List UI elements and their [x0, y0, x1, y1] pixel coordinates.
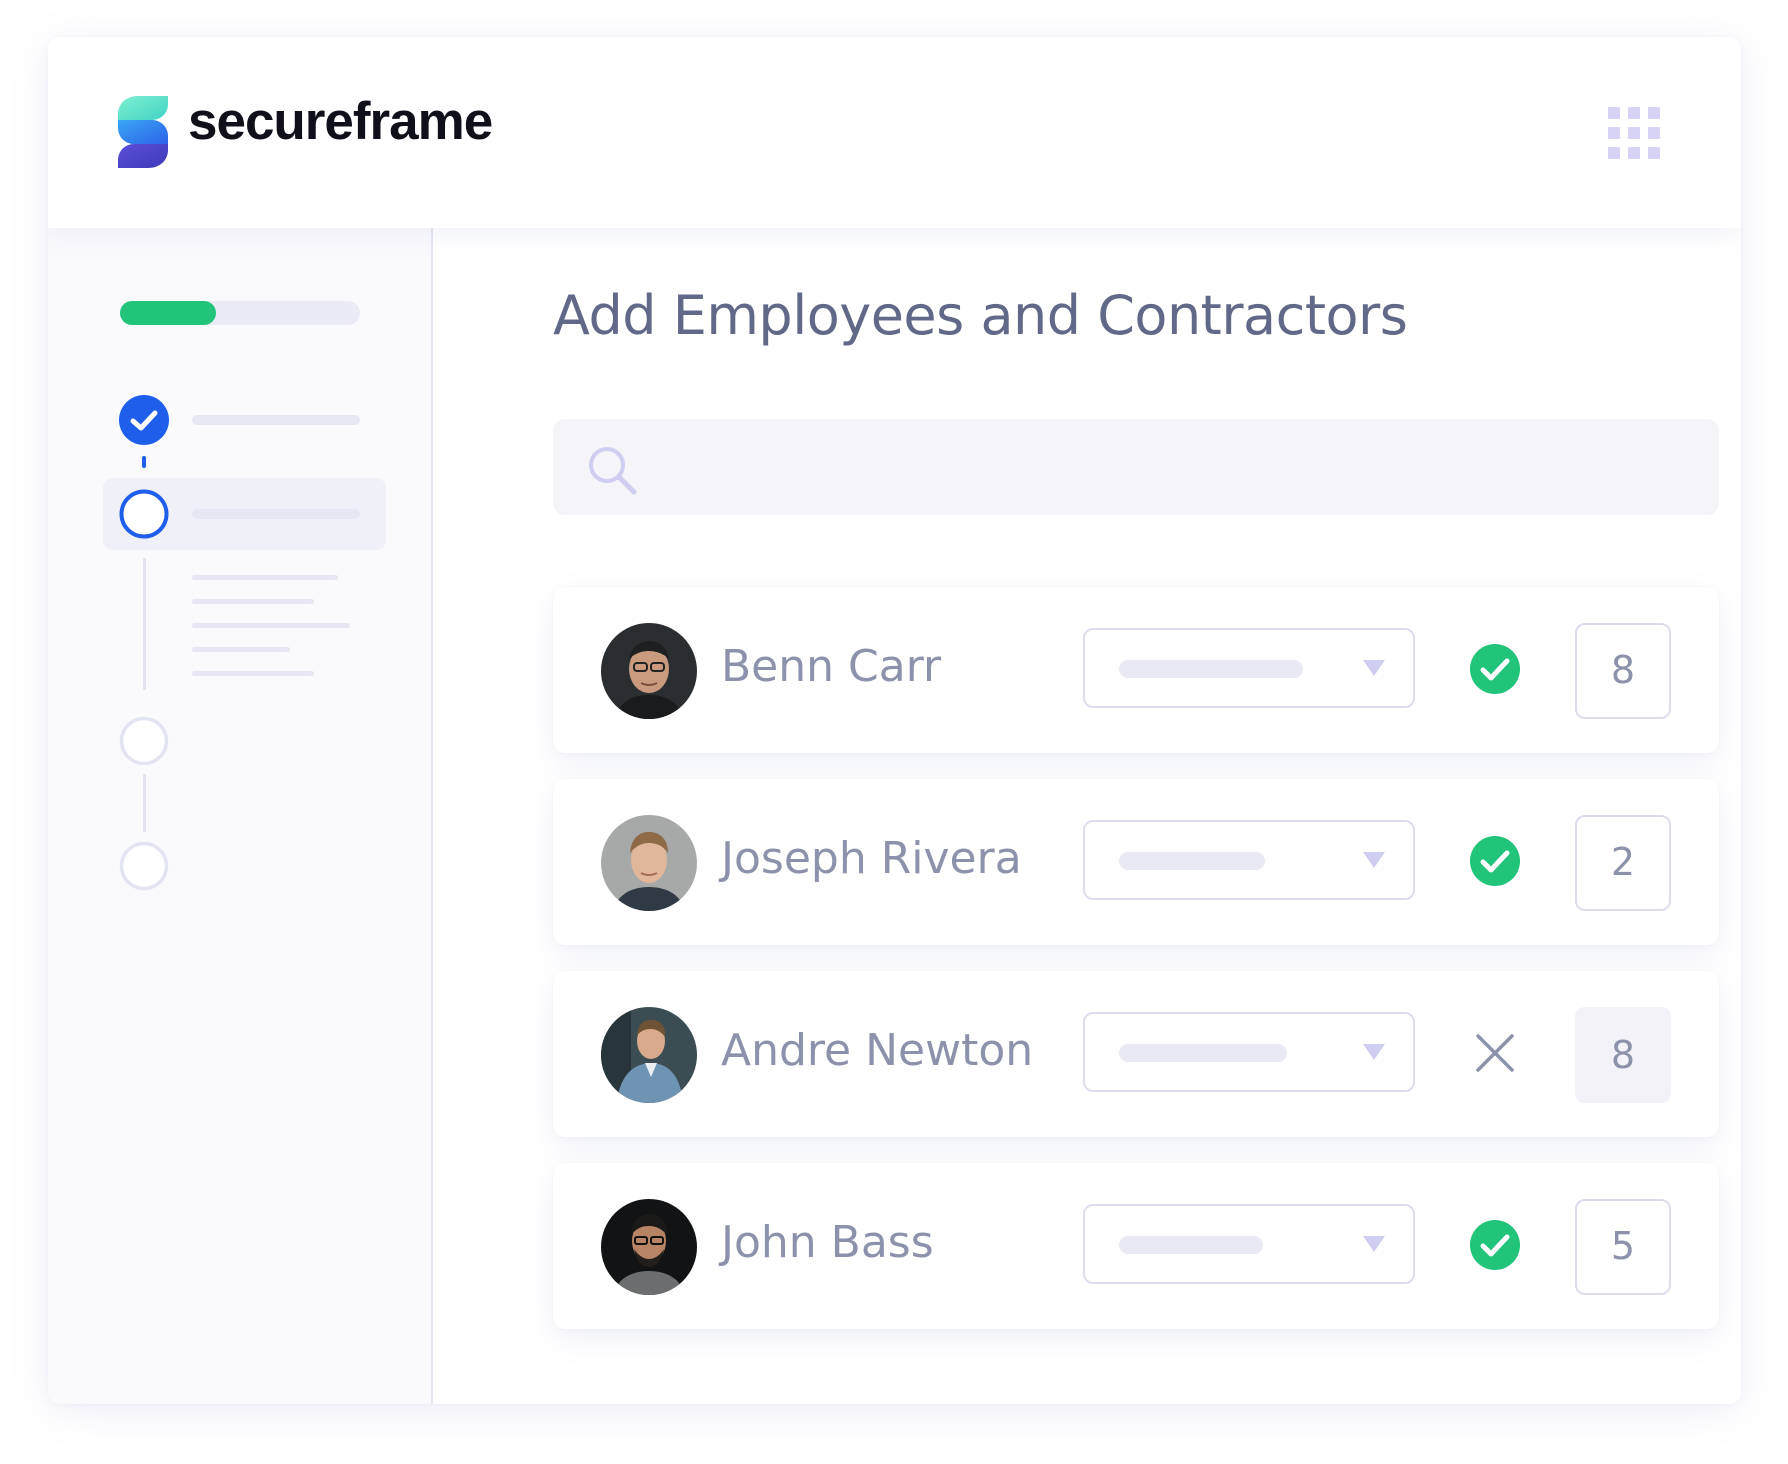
page-title: Add Employees and Contractors: [553, 284, 1408, 347]
top-header: secureframe: [48, 37, 1741, 228]
avatar: [601, 1199, 697, 1295]
substep-placeholder: [192, 575, 338, 580]
dropdown-value-placeholder: [1119, 1044, 1287, 1062]
role-dropdown[interactable]: [1083, 1204, 1415, 1284]
grid-icon[interactable]: [1608, 107, 1660, 159]
secureframe-logo-icon[interactable]: [118, 96, 168, 168]
role-dropdown[interactable]: [1083, 820, 1415, 900]
step-label-placeholder: [192, 509, 360, 519]
avatar: [601, 815, 697, 911]
step-connector: [143, 558, 146, 690]
dropdown-value-placeholder: [1119, 660, 1303, 678]
dropdown-value-placeholder: [1119, 852, 1265, 870]
step-label-placeholder: [192, 415, 360, 425]
role-dropdown[interactable]: [1083, 628, 1415, 708]
check-circle-icon: [1470, 644, 1520, 694]
search-input[interactable]: [653, 419, 1697, 517]
chevron-down-icon: [1363, 660, 1385, 676]
onboarding-progress-bar: [120, 301, 360, 325]
count-box[interactable]: 2: [1575, 815, 1671, 911]
check-circle-icon[interactable]: [119, 395, 169, 445]
employee-row: John Bass 5: [553, 1163, 1719, 1329]
check-circle-icon: [1470, 1220, 1520, 1270]
check-circle-icon: [1470, 836, 1520, 886]
role-dropdown[interactable]: [1083, 1012, 1415, 1092]
search-icon: [589, 447, 637, 495]
onboarding-sidebar: [48, 228, 433, 1404]
employee-name: Joseph Rivera: [721, 833, 1022, 884]
count-box[interactable]: 5: [1575, 1199, 1671, 1295]
employee-row: Andre Newton 8: [553, 971, 1719, 1137]
search-bar[interactable]: [553, 419, 1719, 517]
progress-fill: [120, 301, 216, 325]
substep-placeholder: [192, 599, 314, 604]
chevron-down-icon: [1363, 1236, 1385, 1252]
step-connector: [142, 456, 146, 468]
dropdown-value-placeholder: [1119, 1236, 1263, 1254]
circle-outline-icon[interactable]: [119, 841, 169, 891]
avatar: [601, 1007, 697, 1103]
brand-name: secureframe: [188, 92, 493, 151]
chevron-down-icon: [1363, 852, 1385, 868]
app-window: secureframe Add Employees and Contractor…: [48, 37, 1741, 1404]
step-connector: [143, 774, 146, 832]
substep-placeholder: [192, 623, 350, 628]
avatar: [601, 623, 697, 719]
substep-placeholder: [192, 647, 290, 652]
substep-placeholder: [192, 671, 314, 676]
chevron-down-icon: [1363, 1044, 1385, 1060]
employee-row: Joseph Rivera 2: [553, 779, 1719, 945]
employee-name: Benn Carr: [721, 641, 942, 692]
content-area: Add Employees and Contractors Benn Carr …: [48, 228, 1741, 1404]
count-box: 8: [1575, 1007, 1671, 1103]
count-box[interactable]: 8: [1575, 623, 1671, 719]
employee-row: Benn Carr 8: [553, 587, 1719, 753]
circle-outline-icon[interactable]: [119, 716, 169, 766]
close-icon: [1476, 1034, 1514, 1072]
circle-outline-icon: [119, 489, 169, 539]
main-panel: Add Employees and Contractors Benn Carr …: [433, 228, 1741, 1404]
employee-name: John Bass: [721, 1217, 934, 1268]
employee-name: Andre Newton: [721, 1025, 1034, 1076]
